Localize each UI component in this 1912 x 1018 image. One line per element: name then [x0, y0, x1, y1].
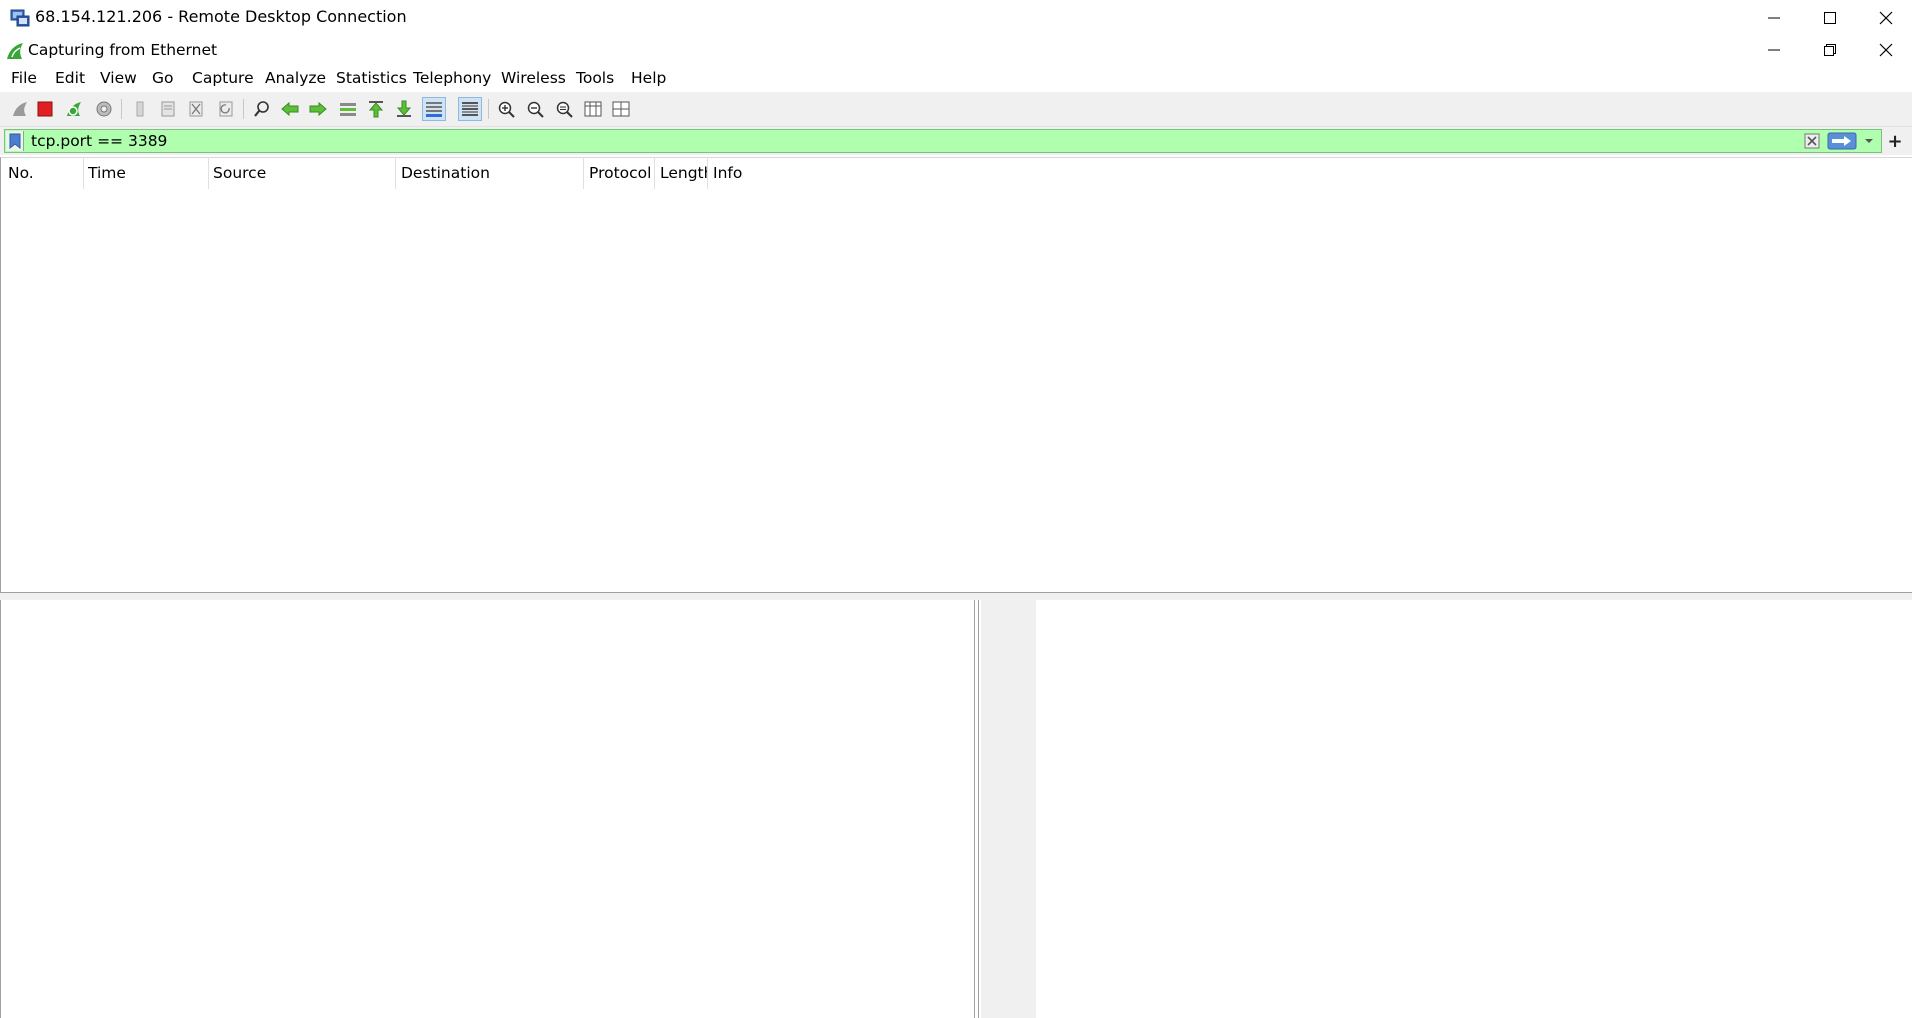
go-last-packet-icon[interactable] [392, 97, 416, 121]
menu-tools[interactable]: Tools [576, 69, 614, 87]
menu-capture[interactable]: Capture [192, 69, 254, 87]
maximize-icon [1824, 11, 1836, 24]
go-back-icon[interactable] [278, 97, 302, 121]
app-close-button[interactable] [1858, 35, 1912, 65]
find-packet-icon[interactable] [250, 97, 274, 121]
menu-analyze[interactable]: Analyze [265, 69, 326, 87]
app-titlebar [0, 35, 1912, 65]
packet-bytes-offset-gutter [981, 600, 1036, 1018]
menu-view[interactable]: View [100, 69, 137, 87]
go-forward-icon[interactable] [306, 97, 330, 121]
column-header-source[interactable]: Source [207, 157, 396, 189]
app-restore-button[interactable] [1802, 35, 1858, 65]
rdp-window-title: 68.154.121.206 - Remote Desktop Connecti… [35, 7, 407, 26]
column-header-no[interactable]: No. [2, 157, 84, 189]
toolbar-separator [121, 99, 122, 119]
clear-icon [1804, 133, 1820, 149]
capture-options-icon[interactable] [92, 97, 116, 121]
restart-capture-icon[interactable] [62, 97, 86, 121]
menu-telephony[interactable]: Telephony [413, 69, 491, 87]
column-header-destination[interactable]: Destination [395, 157, 584, 189]
minimize-icon [1768, 49, 1780, 51]
filter-clear-button[interactable] [1802, 131, 1822, 151]
remote-desktop-icon [10, 8, 30, 28]
menu-go[interactable]: Go [152, 69, 174, 87]
go-first-packet-icon[interactable] [364, 97, 388, 121]
filter-history-dropdown[interactable] [1860, 131, 1878, 151]
minimize-icon [1768, 17, 1780, 18]
menu-wireless[interactable]: Wireless [501, 69, 566, 87]
rdp-minimize-button[interactable] [1746, 0, 1802, 35]
filter-bookmark-button[interactable] [6, 131, 24, 151]
splitter-line [978, 600, 979, 1018]
app-window-title: Capturing from Ethernet [28, 41, 218, 59]
resize-columns-icon[interactable] [581, 97, 605, 121]
close-icon [1879, 11, 1893, 24]
toolbar-separator [243, 99, 244, 119]
screen: 68.154.121.206 - Remote Desktop Connecti… [0, 0, 1912, 1018]
stop-capture-icon[interactable] [33, 97, 57, 121]
column-header-time[interactable]: Time [82, 157, 209, 189]
start-capture-icon[interactable] [8, 97, 32, 121]
bookmark-icon [9, 133, 20, 149]
normal-size-icon[interactable] [552, 97, 576, 121]
add-filter-button-icon[interactable]: + [1882, 129, 1908, 153]
packet-details-pane[interactable] [0, 600, 973, 1018]
app-minimize-button[interactable] [1746, 35, 1802, 65]
auto-scroll-icon[interactable] [422, 97, 446, 121]
apply-arrow-icon [1827, 132, 1857, 150]
wireshark-fin-icon [6, 42, 24, 60]
colorize-icon[interactable] [458, 97, 482, 121]
close-file-icon[interactable] [184, 97, 208, 121]
filter-apply-button[interactable] [1826, 131, 1858, 151]
layout-icon[interactable] [609, 97, 633, 121]
open-file-icon[interactable] [128, 97, 152, 121]
packet-bytes-pane[interactable] [1036, 600, 1912, 1018]
menu-edit[interactable]: Edit [55, 69, 85, 87]
restore-icon [1824, 44, 1836, 56]
go-to-packet-icon[interactable] [336, 97, 360, 121]
reload-file-icon[interactable] [214, 97, 238, 121]
chevron-down-icon [1865, 139, 1873, 143]
menu-file[interactable]: File [11, 69, 37, 87]
rdp-maximize-button[interactable] [1802, 0, 1858, 35]
zoom-out-icon[interactable] [523, 97, 547, 121]
close-icon [1879, 43, 1893, 57]
rdp-close-button[interactable] [1858, 0, 1912, 35]
packet-list-pane[interactable] [0, 157, 1912, 593]
display-filter-input[interactable] [31, 132, 1471, 150]
zoom-in-icon[interactable] [494, 97, 518, 121]
menu-help[interactable]: Help [631, 69, 666, 87]
column-header-protocol[interactable]: Protocol [583, 157, 655, 189]
splitter-line [974, 600, 975, 1018]
menu-statistics[interactable]: Statistics [336, 69, 407, 87]
pane-splitter-horizontal[interactable] [0, 593, 1912, 600]
column-header-length[interactable]: Length [654, 157, 708, 189]
toolbar-separator [488, 99, 489, 119]
save-file-icon[interactable] [156, 97, 180, 121]
column-header-info[interactable]: Info [707, 157, 1007, 189]
